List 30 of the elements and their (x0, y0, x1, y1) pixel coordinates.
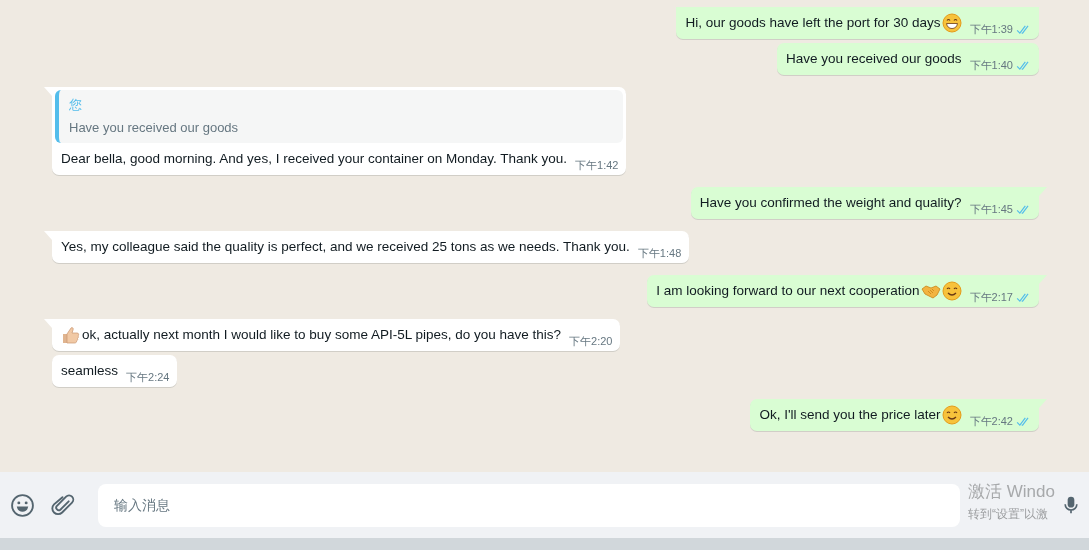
quote-text: Have you received our goods (69, 120, 240, 135)
message-time: 下午1:45 (969, 202, 1013, 217)
message-text: seamless (61, 362, 119, 380)
activation-hint: 转到“设置”以激 (968, 505, 1050, 523)
quote-author: 您 (69, 97, 83, 114)
emoji-icon[interactable] (10, 492, 35, 518)
smiling-face-icon (941, 405, 962, 425)
thumbs-up-icon (61, 325, 81, 345)
message-text: Ok, I'll send you the price later (759, 406, 941, 424)
message-text: Yes, my colleague said the quality is perfect, and we received 25 tons as we needs. Thank you. (61, 238, 630, 256)
message-time: 下午2:20 (569, 334, 613, 349)
grinning-face-icon (941, 13, 962, 33)
message-text: ok, actually next month I would like to buy some API-5L pipes, do you have this? (82, 326, 562, 344)
smiling-face-icon (941, 281, 962, 301)
message-text: Hi, our goods have left the port for 30 days (685, 14, 941, 32)
message-time: 下午1:40 (969, 58, 1013, 73)
message-text: Have you received our goods (785, 50, 962, 68)
activation-title: 激活 Windo (968, 480, 1055, 503)
message-time: 下午1:48 (637, 246, 682, 261)
quoted-message[interactable]: 您 Have you received our goods (55, 90, 624, 143)
message-time: 下午1:42 (575, 158, 619, 173)
message-text: I am looking forward to our next cooperation (656, 282, 920, 300)
paperclip-icon[interactable] (51, 492, 76, 518)
message-time: 下午1:39 (969, 22, 1013, 37)
message-input[interactable]: 输入消息 (98, 483, 961, 527)
message-time: 下午2:24 (126, 370, 170, 385)
message-time: 下午2:42 (969, 414, 1013, 429)
message-text: Have you confirmed the weight and quality? (699, 194, 962, 212)
message-text: Dear bella, good morning. And yes, I received your container on Monday. Thank you. (61, 150, 568, 168)
message-time: 下午2:17 (969, 290, 1013, 305)
